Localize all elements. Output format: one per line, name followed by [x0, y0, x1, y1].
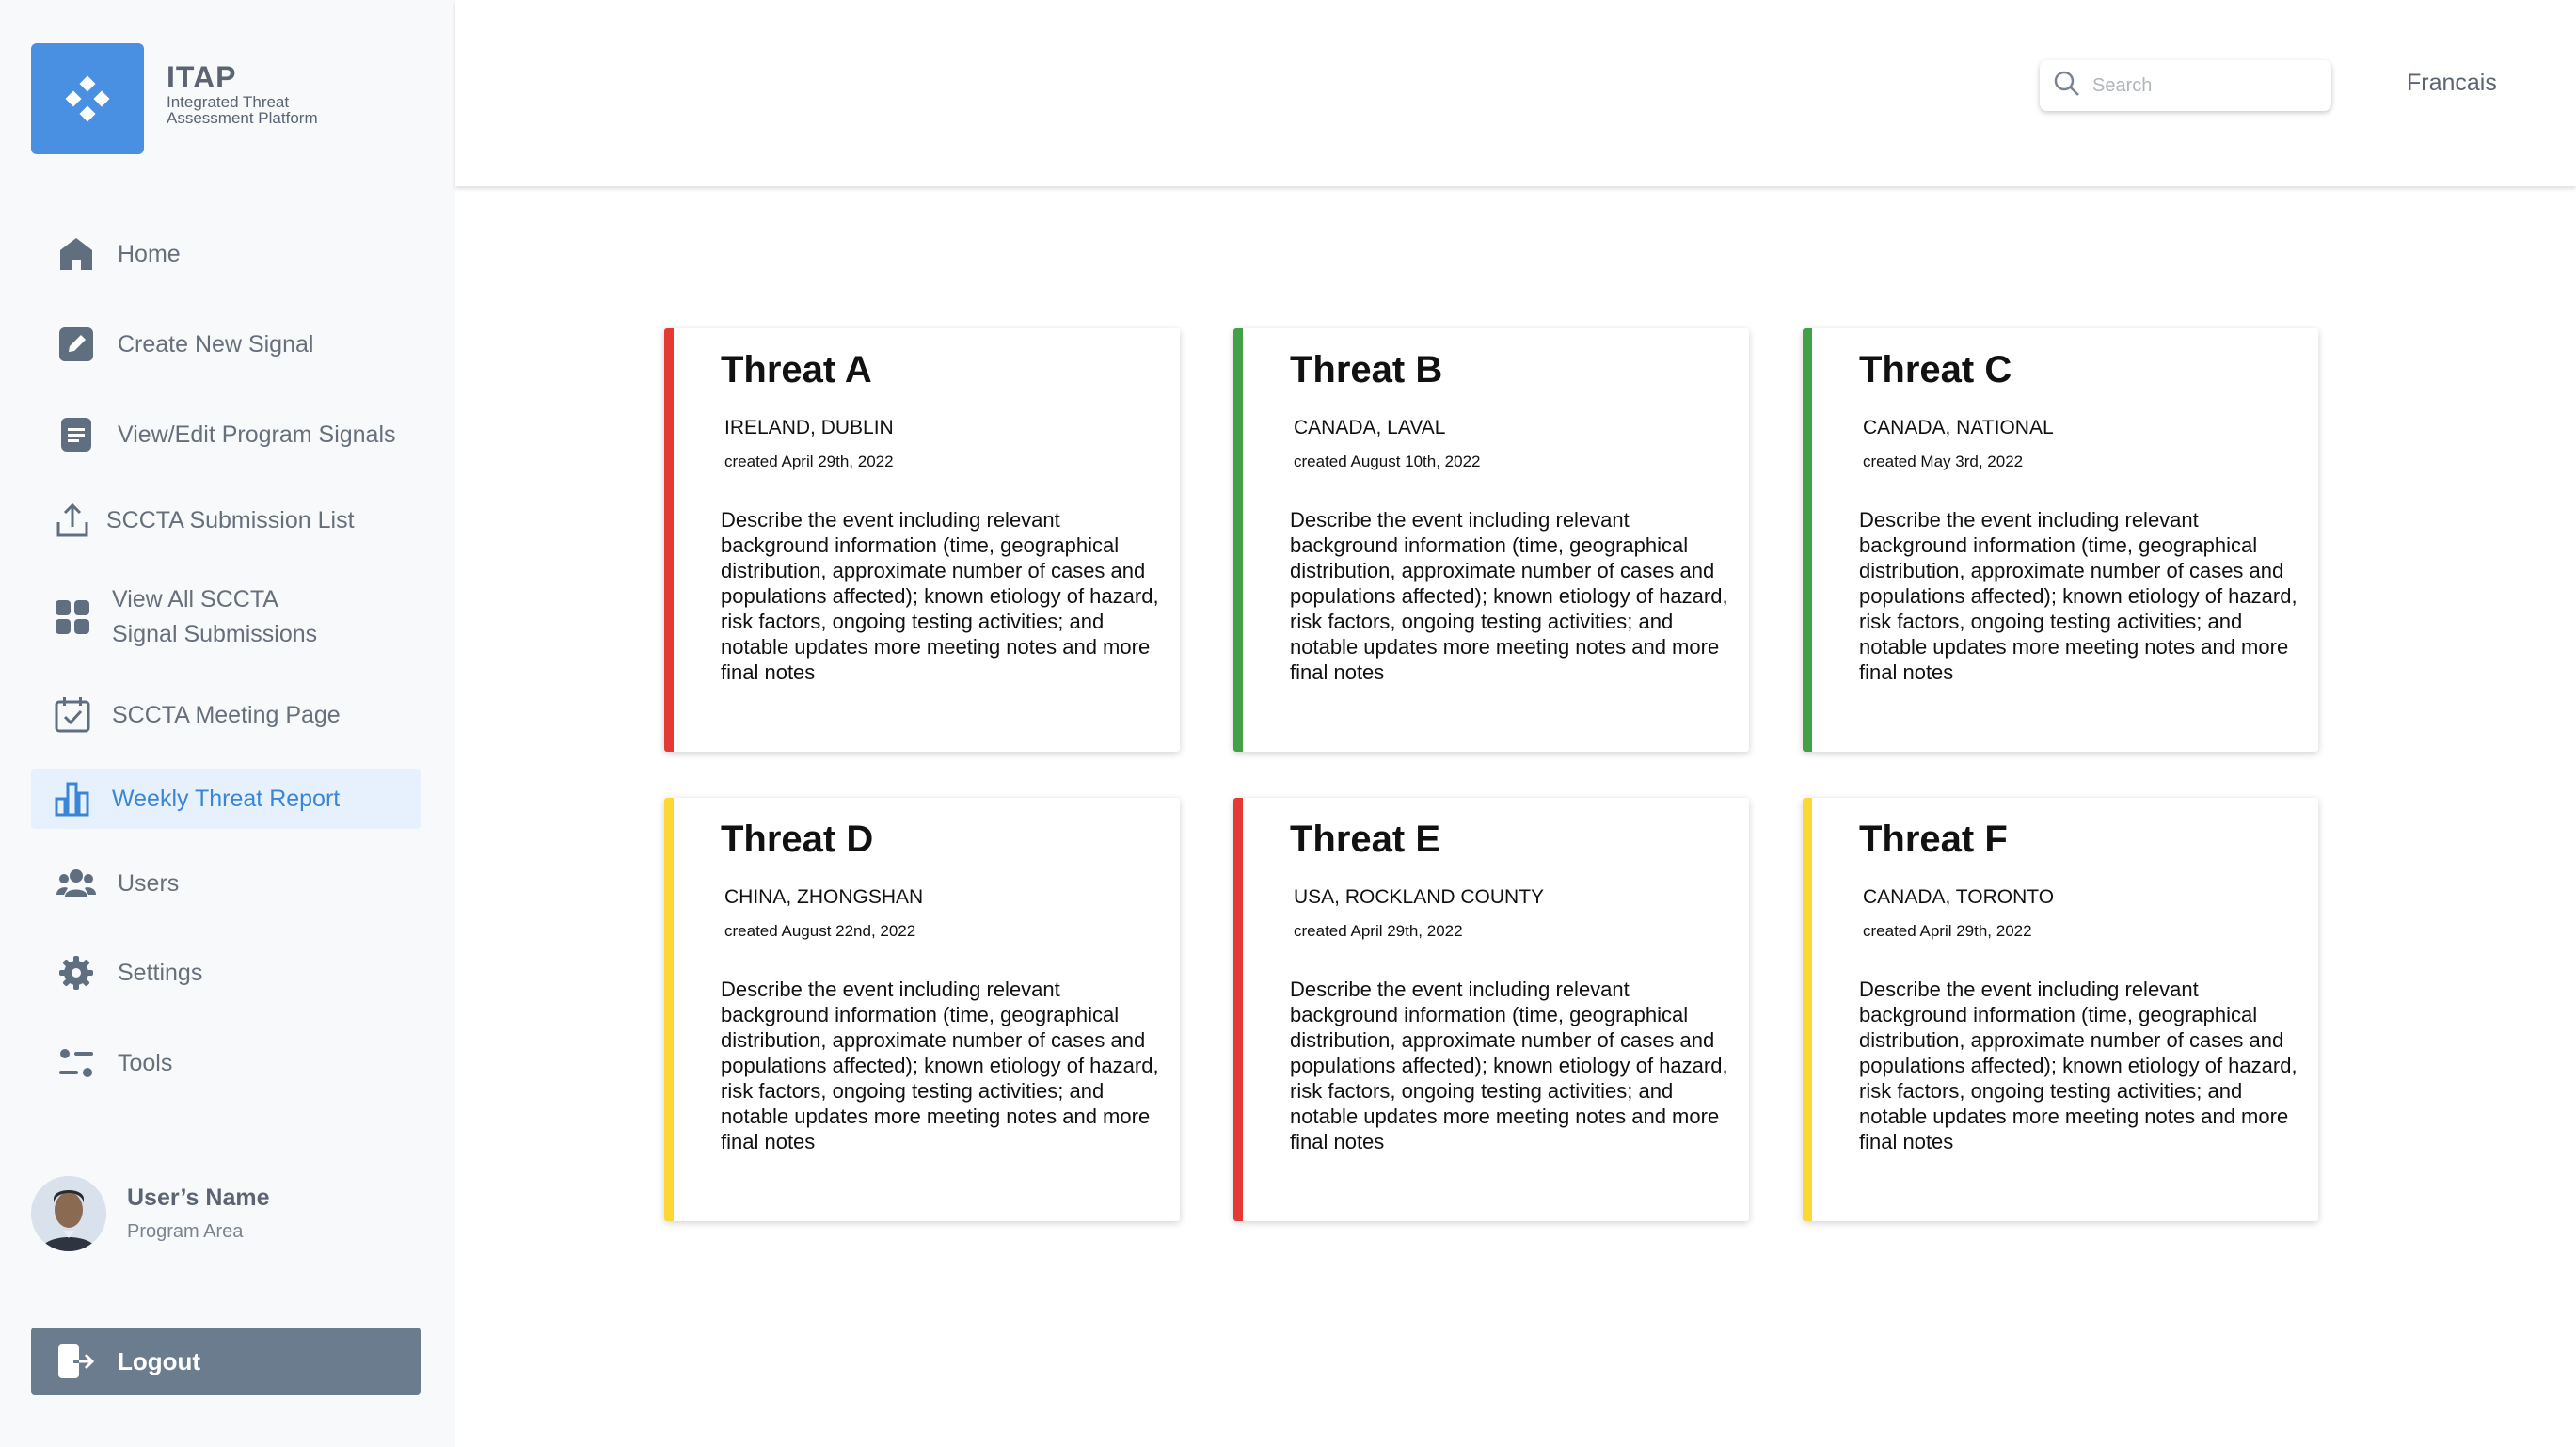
- sidebar-item-settings[interactable]: Settings: [31, 952, 421, 994]
- sidebar-item-submission-list[interactable]: SCCTA Submission List: [31, 500, 421, 541]
- logout-button[interactable]: Logout: [31, 1328, 421, 1395]
- user-profile[interactable]: User’s Name Program Area: [31, 1176, 269, 1251]
- user-name: User’s Name: [127, 1185, 270, 1211]
- sidebar-item-create-signal[interactable]: Create New Signal: [31, 324, 421, 365]
- app-subtitle-line2: Assessment Platform: [167, 109, 318, 127]
- sidebar-item-meeting-page[interactable]: SCCTA Meeting Page: [31, 694, 421, 736]
- threat-created-date: created August 22nd, 2022: [724, 922, 916, 940]
- user-program-area: Program Area: [127, 1221, 244, 1242]
- itap-logo[interactable]: [31, 43, 144, 154]
- sidebar-item-label: Users: [118, 869, 180, 897]
- logout-label: Logout: [118, 1346, 201, 1375]
- edit-icon: [56, 324, 97, 365]
- sidebar-item-label: SCCTA Meeting Page: [112, 701, 341, 728]
- app-subtitle: Integrated Threat Assessment Platform: [167, 94, 374, 126]
- threat-title: Threat B: [1290, 349, 1443, 390]
- threat-location: CANADA, TORONTO: [1863, 886, 2055, 908]
- threat-created-date: created May 3rd, 2022: [1863, 453, 2024, 470]
- app-name: ITAP: [167, 60, 237, 94]
- sidebar-item-label: View All SCCTA Signal Submissions: [112, 582, 317, 652]
- threat-title: Threat A: [721, 349, 872, 390]
- language-toggle[interactable]: Francais: [2407, 70, 2497, 97]
- sidebar-item-label: Tools: [118, 1049, 173, 1076]
- threat-title: Threat E: [1290, 819, 1441, 860]
- gear-icon: [56, 952, 97, 994]
- threat-location: CHINA, ZHONGSHAN: [724, 886, 924, 908]
- threat-title: Threat F: [1859, 819, 2008, 860]
- threat-created-date: created April 29th, 2022: [1294, 922, 1463, 940]
- threat-description: Describe the event including relevant ba…: [1859, 978, 2298, 1153]
- avatar: [31, 1176, 106, 1251]
- threat-description: Describe the event including relevant ba…: [721, 508, 1159, 684]
- threat-description: Describe the event including relevant ba…: [1859, 508, 2298, 684]
- threat-card[interactable]: Threat A IRELAND, DUBLIN created April 2…: [664, 328, 1180, 752]
- sidebar-item-label-line1: View All SCCTA: [112, 586, 278, 612]
- sidebar-item-label: Settings: [118, 959, 203, 986]
- search-icon: [2053, 70, 2081, 103]
- sidebar-item-tools[interactable]: Tools: [31, 1042, 421, 1084]
- search-input[interactable]: [2092, 74, 2299, 97]
- threat-title: Threat D: [721, 819, 874, 860]
- sidebar-item-label: Weekly Threat Report: [112, 785, 341, 812]
- upload-icon: [52, 500, 93, 541]
- logout-icon: [56, 1341, 97, 1382]
- sidebar-item-label: Create New Signal: [118, 330, 314, 358]
- sidebar-item-label: SCCTA Submission List: [106, 506, 355, 533]
- sidebar-item-view-edit-signals[interactable]: View/Edit Program Signals: [31, 414, 421, 455]
- threat-description: Describe the event including relevant ba…: [721, 978, 1159, 1153]
- threat-card[interactable]: Threat C CANADA, NATIONAL created May 3r…: [1803, 328, 2318, 752]
- threat-description: Describe the event including relevant ba…: [1290, 978, 1728, 1153]
- top-bar: Francais: [455, 0, 2576, 186]
- sidebar-item-all-submissions[interactable]: View All SCCTA Signal Submissions: [31, 581, 421, 653]
- sidebar-item-weekly-threat-report[interactable]: Weekly Threat Report: [31, 769, 421, 829]
- threat-card[interactable]: Threat F CANADA, TORONTO created April 2…: [1803, 798, 2318, 1221]
- threat-created-date: created August 10th, 2022: [1294, 453, 1481, 470]
- tools-icon: [56, 1042, 97, 1084]
- threat-created-date: created April 29th, 2022: [1863, 922, 2032, 940]
- sidebar-item-label: View/Edit Program Signals: [118, 421, 396, 448]
- threat-description: Describe the event including relevant ba…: [1290, 508, 1728, 684]
- threat-location: CANADA, LAVAL: [1294, 417, 1446, 438]
- home-icon: [56, 233, 97, 275]
- search-box[interactable]: [2040, 60, 2331, 111]
- threat-location: CANADA, NATIONAL: [1863, 417, 2054, 438]
- threat-created-date: created April 29th, 2022: [724, 453, 894, 470]
- threat-location: USA, ROCKLAND COUNTY: [1294, 886, 1545, 908]
- logo-diamonds-icon: [65, 75, 110, 122]
- users-icon: [56, 863, 97, 904]
- document-icon: [56, 414, 97, 455]
- calendar-check-icon: [52, 694, 93, 736]
- sidebar-item-users[interactable]: Users: [31, 863, 421, 904]
- grid-icon: [52, 596, 93, 638]
- threat-location: IRELAND, DUBLIN: [724, 417, 894, 438]
- sidebar-item-label-line2: Signal Submissions: [112, 621, 318, 647]
- sidebar: ITAP Integrated Threat Assessment Platfo…: [0, 0, 455, 1447]
- sidebar-item-home[interactable]: Home: [31, 233, 421, 275]
- threat-card[interactable]: Threat D CHINA, ZHONGSHAN created August…: [664, 798, 1180, 1221]
- threat-card[interactable]: Threat E USA, ROCKLAND COUNTY created Ap…: [1233, 798, 1749, 1221]
- threat-card[interactable]: Threat B CANADA, LAVAL created August 10…: [1233, 328, 1749, 752]
- sidebar-item-label: Home: [118, 240, 181, 267]
- threat-title: Threat C: [1859, 349, 2012, 390]
- app-subtitle-line1: Integrated Threat: [167, 93, 290, 111]
- bar-chart-icon: [52, 778, 93, 819]
